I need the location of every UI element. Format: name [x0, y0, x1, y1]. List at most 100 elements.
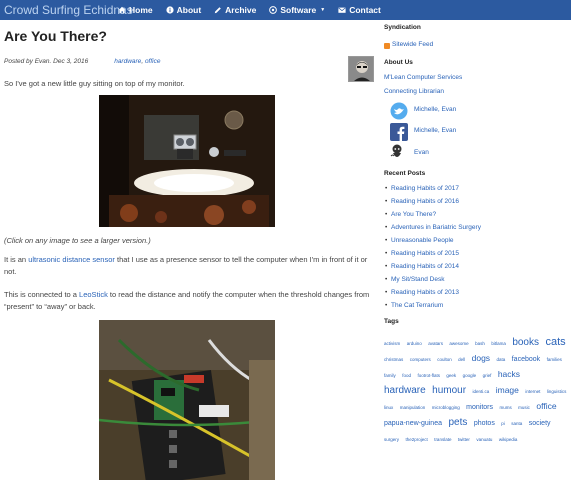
tag-link[interactable]: family	[384, 373, 396, 378]
tag-link[interactable]: google	[463, 373, 477, 378]
tag-link[interactable]: surgery	[384, 437, 399, 442]
nav-about[interactable]: About	[166, 5, 201, 15]
post-paragraph-1: So I've got a new little guy sitting on …	[4, 79, 185, 88]
nav-contact[interactable]: Contact	[338, 5, 381, 15]
leostick-link[interactable]: LeoStick	[79, 290, 108, 299]
recent-post-link[interactable]: Adventures in Bariatric Surgery	[385, 224, 481, 231]
tag-link[interactable]: image	[496, 385, 519, 395]
p3-text-before: This is connected to a	[4, 290, 80, 299]
tag-link[interactable]: families	[547, 357, 562, 362]
pencil-icon	[214, 7, 221, 14]
mlean-link[interactable]: M'Lean Computer Services	[384, 74, 462, 81]
tag-link[interactable]: photos	[474, 420, 495, 427]
nav-archive[interactable]: Archive	[214, 5, 256, 15]
recent-post-link[interactable]: Unreasonable People	[385, 237, 453, 244]
info-icon	[166, 6, 174, 14]
sensor-photo[interactable]	[99, 95, 275, 227]
tag-link[interactable]: grief	[483, 373, 492, 378]
post-paragraph-3: This is connected to a LeoStick to read …	[4, 289, 374, 313]
post-title[interactable]: Are You There?	[4, 28, 374, 44]
tag-link[interactable]: wikipedia	[499, 437, 518, 442]
recent-post-link[interactable]: Reading Habits of 2014	[385, 263, 459, 270]
tag-link[interactable]: identi.ca	[473, 389, 490, 394]
top-navbar: Crowd Surfing Echidnas Home About Archiv…	[0, 0, 571, 20]
p2-text-before: It is an	[4, 255, 29, 264]
recent-post-link[interactable]: Are You There?	[385, 211, 436, 218]
tag-link[interactable]: dell	[458, 357, 465, 362]
nav-software-label: Software	[280, 5, 317, 15]
nav-software[interactable]: Software ▼	[269, 5, 325, 15]
gear-icon	[269, 6, 278, 14]
ultrasonic-sensor-link[interactable]: ultrasonic distance sensor	[28, 255, 115, 264]
leostick-photo[interactable]	[99, 320, 275, 480]
tag-link[interactable]: hardware	[384, 385, 426, 396]
tag-link[interactable]: translate	[434, 437, 451, 442]
twitter-link[interactable]: Michelle, Evan	[414, 106, 456, 113]
recent-post-link[interactable]: Reading Habits of 2016	[385, 198, 459, 205]
recent-post-link[interactable]: My Sit/Stand Desk	[385, 276, 445, 283]
tag-link[interactable]: avatars	[428, 341, 443, 346]
tag-link[interactable]: the2project	[405, 437, 427, 442]
tag-link[interactable]: society	[529, 420, 551, 427]
tag-link[interactable]: vanuatu	[476, 437, 492, 442]
tag-link[interactable]: hacks	[498, 369, 520, 379]
tag-link[interactable]: dogs	[472, 353, 490, 363]
github-link[interactable]: Evan	[414, 149, 429, 156]
tag-link[interactable]: microblogging	[432, 405, 460, 410]
tag-link[interactable]: internet	[525, 389, 540, 394]
tag-link[interactable]: arduino	[407, 341, 422, 346]
github-icon[interactable]	[388, 143, 406, 161]
tag-link[interactable]: footrot-flats	[417, 373, 440, 378]
sitewide-feed-link[interactable]: Sitewide Feed	[392, 41, 433, 48]
tag-link[interactable]: activism	[384, 341, 400, 346]
tag-link[interactable]: manipulation	[400, 405, 426, 410]
tag-link[interactable]: facebook	[512, 356, 540, 363]
tag-link[interactable]: monitors	[466, 404, 493, 411]
facebook-link[interactable]: Michelle, Evan	[414, 127, 456, 134]
tag-link[interactable]: computers	[410, 357, 431, 362]
tag-link[interactable]: twitter	[458, 437, 470, 442]
connecting-librarian-link[interactable]: Connecting Librarian	[384, 88, 444, 95]
post-byline: Posted by Evan. Dec 3, 2016	[4, 58, 89, 65]
tag-link[interactable]: humour	[432, 385, 466, 396]
tag-link[interactable]: books	[512, 337, 539, 348]
tag-link[interactable]: christmas	[384, 357, 403, 362]
tag-link[interactable]: linguistics	[547, 389, 567, 394]
recent-post-link[interactable]: Reading Habits of 2013	[385, 289, 459, 296]
tag-link[interactable]: mums	[499, 405, 511, 410]
image-caption: (Click on any image to see a larger vers…	[4, 236, 151, 245]
category-link-hardware[interactable]: hardware	[114, 58, 141, 65]
tag-link[interactable]: music	[518, 405, 530, 410]
recent-post-link[interactable]: Reading Habits of 2017	[385, 185, 459, 192]
recent-post-link[interactable]: Reading Habits of 2015	[385, 250, 459, 257]
tag-link[interactable]: pets	[448, 417, 467, 428]
category-link-office[interactable]: office	[145, 58, 161, 65]
nav-home[interactable]: Home	[118, 5, 153, 15]
tag-link[interactable]: pi	[501, 421, 505, 426]
tag-link[interactable]: coulton	[437, 357, 452, 362]
tag-cloud: activism arduino avatars awesome bash bi…	[384, 334, 570, 446]
recent-post-link[interactable]: The Cat Terrarium	[385, 302, 443, 309]
about-heading: About Us	[384, 59, 413, 66]
tag-link[interactable]: cats	[545, 336, 565, 348]
tag-link[interactable]: food	[402, 373, 411, 378]
home-icon	[118, 6, 126, 14]
syndication-heading: Syndication	[384, 24, 421, 31]
tag-link[interactable]: office	[536, 401, 556, 411]
facebook-icon[interactable]	[390, 123, 408, 141]
tag-link[interactable]: linux	[384, 405, 393, 410]
tag-link[interactable]: papua-new-guinea	[384, 420, 442, 427]
nav-contact-label: Contact	[349, 5, 381, 15]
site-brand[interactable]: Crowd Surfing Echidnas	[0, 3, 133, 17]
tags-heading: Tags	[384, 318, 399, 325]
tag-link[interactable]: geek	[446, 373, 456, 378]
recent-posts-heading: Recent Posts	[384, 170, 426, 177]
tag-link[interactable]: data	[497, 357, 506, 362]
twitter-icon[interactable]	[390, 102, 408, 120]
rss-icon	[384, 43, 390, 49]
tag-link[interactable]: awesome	[449, 341, 468, 346]
tag-link[interactable]: bitlama	[491, 341, 506, 346]
tag-link[interactable]: bash	[475, 341, 485, 346]
post-categories: hardware, office	[114, 58, 161, 65]
tag-link[interactable]: santa	[511, 421, 522, 426]
